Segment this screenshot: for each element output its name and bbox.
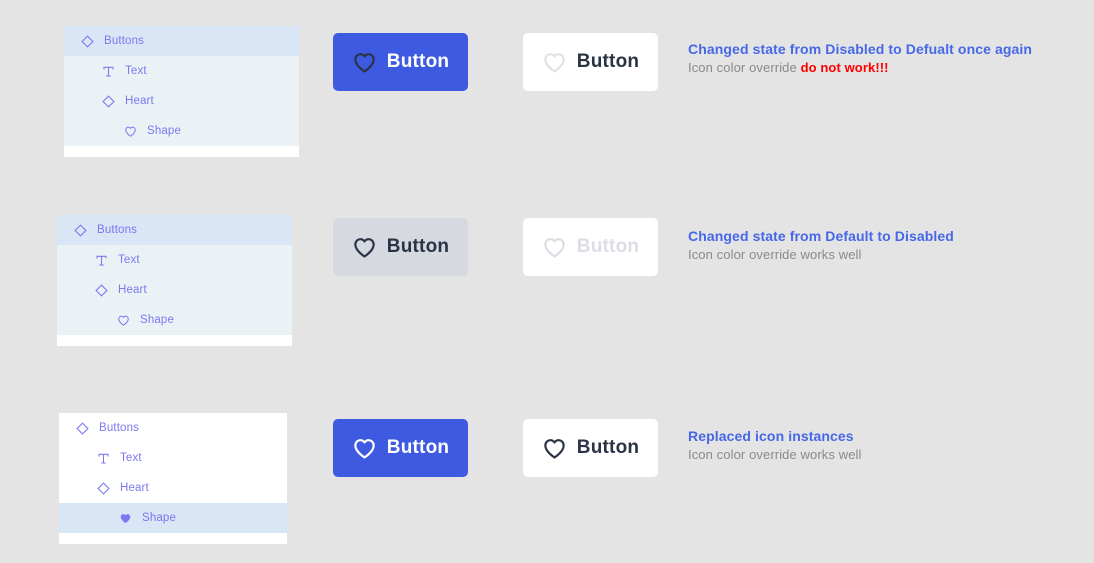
- heart-icon: [113, 310, 133, 330]
- layer-row-label: Heart: [120, 482, 149, 494]
- secondary-button-label: Button: [576, 51, 640, 72]
- annotation: Changed state from Default to Disabled I…: [688, 228, 954, 262]
- component-diamond-icon: [98, 91, 118, 111]
- primary-button[interactable]: Button: [333, 33, 468, 91]
- primary-button-label: Button: [386, 51, 450, 72]
- layer-row-label: Shape: [142, 512, 177, 524]
- comparison-row-default-to-disabled: Buttons Text Heart Shape Button Button Chan…: [0, 188, 1094, 378]
- layers-panel-body: Buttons Text Heart Shape: [64, 26, 299, 157]
- layer-row-label: Text: [125, 65, 147, 77]
- heart-icon: [352, 436, 377, 461]
- layers-panel[interactable]: Buttons Text Heart Shape: [64, 26, 299, 157]
- annotation: Replaced icon instances Icon color overr…: [688, 428, 862, 462]
- primary-button-label: Button: [386, 236, 450, 257]
- layer-row-buttons[interactable]: Buttons: [64, 26, 299, 56]
- layer-row-heart[interactable]: Heart: [57, 275, 292, 305]
- annotation-subtitle-prefix: Icon color override works well: [688, 447, 862, 462]
- layer-row-label: Buttons: [104, 35, 145, 47]
- heart-icon: [352, 235, 377, 260]
- layer-row-label: Heart: [118, 284, 147, 296]
- layer-row-label: Buttons: [97, 224, 138, 236]
- layer-row-text[interactable]: Text: [57, 245, 292, 275]
- annotation-subtitle: Icon color override works well: [688, 247, 954, 262]
- layer-row-label: Text: [120, 452, 142, 464]
- component-diamond-icon: [91, 280, 111, 300]
- heart-icon: [120, 121, 140, 141]
- layer-row-label: Shape: [140, 314, 175, 326]
- layer-row-shape[interactable]: Shape: [57, 305, 292, 335]
- primary-button[interactable]: Button: [333, 218, 468, 276]
- annotation-subtitle: Icon color override do not work!!!: [688, 60, 1032, 75]
- layer-row-text[interactable]: Text: [59, 443, 287, 473]
- annotation-title: Changed state from Default to Disabled: [688, 228, 954, 244]
- text-t-icon: [91, 250, 111, 270]
- layer-row-shape[interactable]: Shape: [64, 116, 299, 146]
- layer-row-label: Text: [118, 254, 140, 266]
- comparison-row-disabled-to-default: Buttons Text Heart Shape Button Button Chan…: [0, 0, 1094, 188]
- layer-row-heart[interactable]: Heart: [64, 86, 299, 116]
- secondary-button[interactable]: Button: [523, 33, 658, 91]
- annotation: Changed state from Disabled to Defualt o…: [688, 41, 1032, 75]
- component-diamond-icon: [77, 31, 97, 51]
- annotation-subtitle-prefix: Icon color override: [688, 60, 801, 75]
- heart-icon: [542, 50, 567, 75]
- secondary-button[interactable]: Button: [523, 218, 658, 276]
- annotation-title: Changed state from Disabled to Defualt o…: [688, 41, 1033, 57]
- layer-row-buttons[interactable]: Buttons: [57, 215, 292, 245]
- heart-icon: [542, 235, 567, 260]
- layers-panel-body: Buttons Text Heart Shape: [59, 413, 287, 544]
- annotation-subtitle-prefix: Icon color override works well: [688, 247, 862, 262]
- comparison-row-replaced-instances: Buttons Text Heart Shape Button Button Repl…: [0, 378, 1094, 563]
- layers-panel-body: Buttons Text Heart Shape: [57, 215, 292, 346]
- annotation-subtitle: Icon color override works well: [688, 447, 862, 462]
- heart-icon: [115, 508, 135, 528]
- heart-icon: [542, 436, 567, 461]
- component-diamond-icon: [72, 418, 92, 438]
- text-t-icon: [93, 448, 113, 468]
- annotation-title: Replaced icon instances: [688, 428, 854, 444]
- layer-row-label: Buttons: [99, 422, 140, 434]
- text-t-icon: [98, 61, 118, 81]
- layer-row-text[interactable]: Text: [64, 56, 299, 86]
- layers-panel[interactable]: Buttons Text Heart Shape: [57, 215, 292, 346]
- primary-button[interactable]: Button: [333, 419, 468, 477]
- heart-icon: [352, 50, 377, 75]
- layer-row-shape[interactable]: Shape: [59, 503, 287, 533]
- layer-row-heart[interactable]: Heart: [59, 473, 287, 503]
- component-diamond-icon: [93, 478, 113, 498]
- secondary-button[interactable]: Button: [523, 419, 658, 477]
- annotation-warning: do not work!!!: [800, 60, 889, 75]
- layer-row-label: Shape: [147, 125, 182, 137]
- secondary-button-label: Button: [576, 236, 640, 257]
- layers-panel[interactable]: Buttons Text Heart Shape: [59, 413, 287, 544]
- secondary-button-label: Button: [576, 437, 640, 458]
- primary-button-label: Button: [386, 437, 450, 458]
- layer-row-buttons[interactable]: Buttons: [59, 413, 287, 443]
- layer-row-label: Heart: [125, 95, 154, 107]
- component-diamond-icon: [70, 220, 90, 240]
